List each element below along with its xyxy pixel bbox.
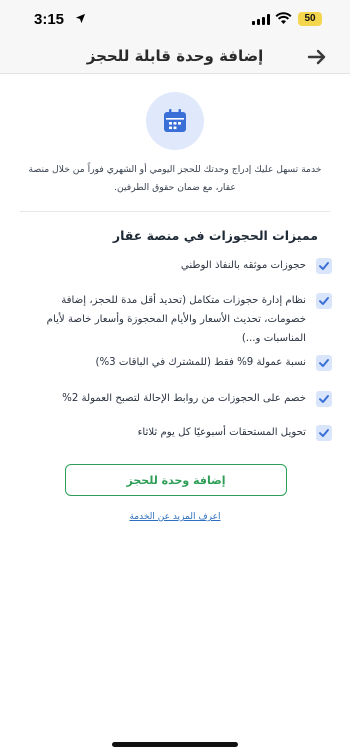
cellular-signal-icon: [252, 14, 270, 25]
learn-more-link[interactable]: اعرف المزيد عن الخدمة: [0, 512, 350, 522]
divider: [20, 211, 330, 212]
add-unit-button[interactable]: إضافة وحدة للحجز: [65, 464, 287, 496]
check-icon: [316, 258, 332, 274]
check-icon: [316, 293, 332, 309]
status-bar: 3:15 50: [0, 0, 350, 40]
feature-label: خصم على الحجوزات من روابط الإحالة لتصبح …: [62, 393, 306, 404]
arrow-right-icon[interactable]: [306, 46, 328, 68]
feature-label: نسبة عمولة 9% فقط (للمشترك في الباقات 3%…: [95, 357, 306, 368]
battery-indicator: 50: [298, 12, 322, 26]
check-icon: [316, 355, 332, 371]
feature-label: حجوزات موثقه بالنفاذ الوطني: [180, 260, 306, 271]
page-title: إضافة وحدة قابلة للحجز: [86, 47, 264, 65]
features-title: مميزات الحجوزات في منصة عقار: [112, 228, 318, 243]
location-arrow-icon: [75, 13, 86, 24]
home-indicator: [112, 742, 238, 747]
feature-label: تحويل المستحقات أسبوعيًا كل يوم ثلاثاء: [137, 427, 306, 438]
app-header: إضافة وحدة قابلة للحجز: [0, 40, 350, 74]
status-time: 3:15: [34, 11, 65, 28]
hero-badge: [146, 92, 204, 150]
calendar-icon: [164, 109, 186, 132]
intro-text: خدمة تسهل عليك إدراج وحدتك للحجز اليومي …: [28, 164, 322, 193]
wifi-icon: [275, 12, 292, 24]
check-icon: [316, 391, 332, 407]
check-icon: [316, 425, 332, 441]
feature-label: نظام إدارة حجوزات متكامل (تحديد أقل مدة …: [46, 295, 306, 344]
